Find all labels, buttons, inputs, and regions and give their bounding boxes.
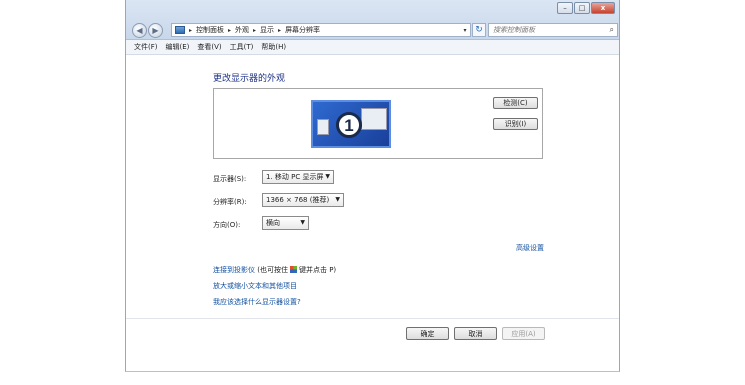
- detect-button[interactable]: 检测(C): [493, 97, 538, 109]
- cancel-button[interactable]: 取消: [454, 327, 497, 340]
- chevron-right-icon: ▸: [278, 26, 282, 34]
- resolution-label: 分辨率(R):: [213, 198, 247, 206]
- resolution-select[interactable]: 1366 × 768 (推荐) ▼: [262, 193, 344, 207]
- windows-key-icon: [289, 266, 297, 273]
- menu-tools[interactable]: 工具(T): [230, 42, 254, 52]
- chevron-down-icon: ▼: [300, 219, 305, 226]
- corner-fade: [579, 326, 619, 371]
- text-size-link[interactable]: 放大或缩小文本和其他项目: [213, 281, 297, 291]
- menu-view[interactable]: 查看(V): [197, 42, 221, 52]
- forward-button[interactable]: ▶: [148, 23, 163, 38]
- monitor-number-badge: 1: [336, 112, 362, 138]
- breadcrumb-display[interactable]: 显示: [260, 25, 274, 35]
- close-button[interactable]: x: [591, 2, 615, 14]
- apply-button[interactable]: 应用(A): [502, 327, 545, 340]
- chevron-down-icon: ▼: [325, 173, 330, 180]
- orientation-select-value: 横向: [266, 219, 280, 227]
- search-input[interactable]: [489, 26, 610, 34]
- address-dropdown-icon[interactable]: ▾: [460, 27, 470, 34]
- search-icon[interactable]: ⌕: [610, 25, 614, 35]
- projector-row: 连接到投影仪 (也可按住 键并点击 P): [213, 265, 336, 275]
- window-controls: – □ x: [557, 2, 615, 14]
- back-button[interactable]: ◀: [132, 23, 147, 38]
- title-bar: – □ x ◀ ▶ ▸ 控制面板 ▸ 外观 ▸ 显示 ▸ 屏幕分辨率 ▾ ↻ ⌕: [126, 0, 619, 40]
- minimize-button[interactable]: –: [557, 2, 573, 14]
- display-label: 显示器(S):: [213, 175, 247, 183]
- address-bar[interactable]: ▸ 控制面板 ▸ 外观 ▸ 显示 ▸ 屏幕分辨率 ▾: [171, 23, 471, 37]
- chevron-right-icon: ▸: [228, 26, 232, 34]
- breadcrumb-control-panel[interactable]: 控制面板: [196, 25, 224, 35]
- footer-divider: [126, 318, 619, 319]
- display-select-value: 1. 移动 PC 显示屏: [266, 173, 324, 181]
- menu-file[interactable]: 文件(F): [134, 42, 158, 52]
- window-thumbnail: [317, 119, 329, 135]
- display-select[interactable]: 1. 移动 PC 显示屏 ▼: [262, 170, 334, 184]
- chevron-right-icon: ▸: [189, 26, 193, 34]
- chevron-right-icon: ▸: [253, 26, 257, 34]
- menu-bar: 文件(F) 编辑(E) 查看(V) 工具(T) 帮助(H): [126, 40, 619, 55]
- breadcrumb-screen-resolution[interactable]: 屏幕分辨率: [285, 25, 320, 35]
- orientation-select[interactable]: 横向 ▼: [262, 216, 309, 230]
- window-thumbnail: [361, 108, 387, 130]
- which-settings-link[interactable]: 我应该选择什么显示器设置?: [213, 297, 301, 307]
- projector-hint-text: (也可按住: [257, 266, 288, 274]
- refresh-button[interactable]: ↻: [472, 23, 486, 37]
- page-title: 更改显示器的外观: [213, 74, 286, 84]
- screen-resolution-window: – □ x ◀ ▶ ▸ 控制面板 ▸ 外观 ▸ 显示 ▸ 屏幕分辨率 ▾ ↻ ⌕…: [125, 0, 620, 372]
- menu-edit[interactable]: 编辑(E): [166, 42, 190, 52]
- resolution-select-value: 1366 × 768 (推荐): [266, 196, 330, 204]
- identify-button[interactable]: 识别(I): [493, 118, 538, 130]
- ok-button[interactable]: 确定: [406, 327, 449, 340]
- monitor-thumbnail[interactable]: 1: [311, 100, 391, 148]
- projector-hint-text-end: 键并点击 P): [298, 266, 337, 274]
- control-panel-icon: [175, 26, 185, 34]
- breadcrumb-appearance[interactable]: 外观: [235, 25, 249, 35]
- advanced-settings-link[interactable]: 高级设置: [516, 243, 544, 253]
- chevron-down-icon: ▼: [335, 196, 340, 203]
- menu-help[interactable]: 帮助(H): [261, 42, 286, 52]
- orientation-label: 方向(O):: [213, 221, 241, 229]
- search-box[interactable]: ⌕: [488, 23, 618, 37]
- connect-projector-link[interactable]: 连接到投影仪: [213, 266, 255, 274]
- maximize-button[interactable]: □: [574, 2, 590, 14]
